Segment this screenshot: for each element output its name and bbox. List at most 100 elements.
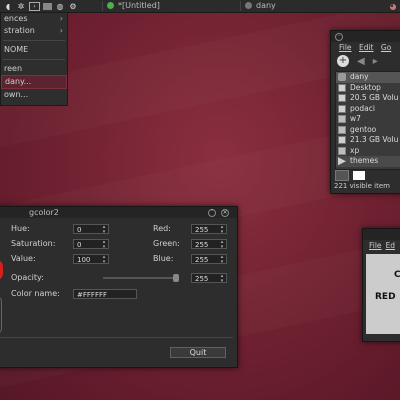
list-item[interactable]: dany: [336, 72, 400, 83]
app-menu: ences › stration › NOME reen dany... own..…: [0, 12, 68, 106]
red-label: Red:: [153, 224, 171, 233]
hue-spinner[interactable]: 0 ▴ ▾: [73, 224, 109, 235]
app-icon: [245, 2, 252, 9]
color-name-value: #FFFFFF: [77, 291, 108, 299]
list-item-label: podaci: [350, 103, 375, 113]
slider-handle[interactable]: [173, 274, 179, 282]
list-item[interactable]: Desktop: [336, 83, 400, 94]
triangle-icon: [338, 157, 346, 166]
gear-icon[interactable]: ✲: [16, 1, 26, 11]
terminal-icon[interactable]: ›: [29, 1, 40, 11]
list-item-label: 20.5 GB Volu: [350, 93, 399, 102]
green-label: Green:: [153, 239, 180, 248]
saturation-value: 0: [77, 241, 82, 249]
spin-arrows-icon[interactable]: ▴ ▾: [219, 255, 225, 265]
blue-label: Blue:: [153, 254, 174, 263]
green-spinner[interactable]: 255 ▴ ▾: [191, 239, 227, 250]
menu-file[interactable]: File: [369, 241, 382, 250]
menu-item[interactable]: NOME: [1, 44, 67, 56]
spin-arrows-icon[interactable]: ▴ ▾: [101, 240, 107, 250]
title-bar: ·: [331, 31, 400, 42]
network-icon[interactable]: ◕: [388, 1, 398, 11]
menu-icon[interactable]: ·: [335, 33, 343, 41]
color-wheel-edge: [0, 295, 2, 335]
list-item[interactable]: xp: [336, 146, 400, 157]
blue-value: 255: [195, 256, 209, 264]
list-item-label: gentoo: [350, 124, 377, 134]
red-spinner[interactable]: 255 ▴ ▾: [191, 224, 227, 235]
add-icon[interactable]: +: [337, 55, 349, 67]
list-item-label: themes: [350, 156, 379, 165]
opacity-spinner[interactable]: 255 ▴ ▾: [191, 273, 227, 284]
menu-item[interactable]: own...: [1, 89, 67, 101]
back-icon[interactable]: ◀: [357, 56, 365, 67]
spin-arrows-icon[interactable]: ▴ ▾: [101, 225, 107, 235]
menu-edit[interactable]: Edit: [359, 43, 374, 52]
list-item-label: 21.3 GB Volu: [350, 135, 399, 144]
menu-item[interactable]: reen: [1, 63, 67, 75]
list-item-label: xp: [350, 145, 360, 155]
color-wheel[interactable]: [0, 259, 3, 281]
content-text: RED: [375, 292, 396, 302]
globe-icon[interactable]: ◍: [55, 1, 65, 11]
spin-arrows-icon[interactable]: ▴ ▾: [101, 255, 107, 265]
saturation-spinner[interactable]: 0 ▴ ▾: [73, 239, 109, 250]
menu-item[interactable]: ences ›: [1, 13, 67, 25]
menu-edit[interactable]: Ed: [386, 241, 396, 250]
close-icon[interactable]: ×: [221, 209, 229, 217]
blue-spinner[interactable]: 255 ▴ ▾: [191, 254, 227, 265]
spin-arrows-icon[interactable]: ▴ ▾: [219, 240, 225, 250]
taskbar-item[interactable]: dany: [240, 1, 385, 11]
color-name-input[interactable]: #FFFFFF: [73, 289, 137, 299]
list-item-label: w7: [350, 114, 361, 123]
spin-arrows-icon[interactable]: ▴ ▾: [219, 225, 225, 235]
app-icon: [107, 2, 114, 9]
places-list: dany Desktop 20.5 GB Volu podaci w7 gent…: [335, 71, 400, 170]
quit-button[interactable]: Quit: [170, 347, 226, 358]
menu-item-selected[interactable]: dany...: [1, 75, 67, 89]
toolbar: + ◀ ▸: [331, 53, 400, 69]
list-item-label: dany: [350, 72, 369, 81]
list-item[interactable]: gentoo: [336, 125, 400, 136]
separator: [3, 40, 65, 41]
forward-icon[interactable]: ▸: [373, 56, 378, 67]
menu-bar: File Edit Go: [331, 42, 400, 53]
menu-file[interactable]: File: [339, 43, 352, 52]
settings-icon[interactable]: ⚙: [68, 1, 78, 11]
menu-item-label: ences: [4, 14, 28, 23]
list-item[interactable]: w7: [336, 114, 400, 125]
hue-value: 0: [77, 226, 82, 234]
apps-icon[interactable]: ◖: [3, 1, 13, 11]
status-bar: 221 visible item: [334, 182, 390, 190]
spin-arrows-icon[interactable]: ▴ ▾: [219, 274, 225, 284]
menu-item-label: stration: [4, 26, 35, 35]
menu-go[interactable]: Go: [381, 43, 391, 52]
list-item[interactable]: themes: [336, 156, 400, 167]
desktop-icon: [338, 83, 346, 92]
hue-label: Hue:: [11, 224, 30, 233]
list-item[interactable]: 20.5 GB Volu: [336, 93, 400, 104]
folder-icon: [338, 125, 346, 134]
taskbar-item-label: dany: [256, 1, 276, 10]
list-item[interactable]: 21.3 GB Volu: [336, 135, 400, 146]
minimize-icon[interactable]: ˅: [208, 209, 216, 217]
title-bar: [363, 229, 400, 240]
separator: [0, 337, 233, 338]
icon-view-button[interactable]: [335, 170, 349, 181]
files-icon[interactable]: [43, 2, 52, 10]
color-name-label: Color name:: [11, 289, 60, 298]
menu-item-label: reen: [4, 64, 23, 73]
value-spinner[interactable]: 100 ▴ ▾: [73, 254, 109, 265]
chevron-right-icon: ›: [59, 26, 63, 35]
opacity-label: Opacity:: [11, 273, 44, 282]
title-bar: gcolor2 ˅ ×: [0, 207, 237, 218]
content-text: C: [394, 270, 400, 280]
menu-item[interactable]: stration ›: [1, 25, 67, 37]
menu-item-label: dany...: [5, 77, 32, 86]
opacity-slider[interactable]: [103, 274, 179, 282]
taskbar-item[interactable]: *[Untitled]: [102, 1, 237, 11]
drive-icon: [338, 104, 346, 113]
list-view-button[interactable]: [353, 171, 365, 180]
file-manager-window: · File Edit Go + ◀ ▸ dany Desktop 20.5 G…: [330, 30, 400, 194]
list-item[interactable]: podaci: [336, 104, 400, 115]
